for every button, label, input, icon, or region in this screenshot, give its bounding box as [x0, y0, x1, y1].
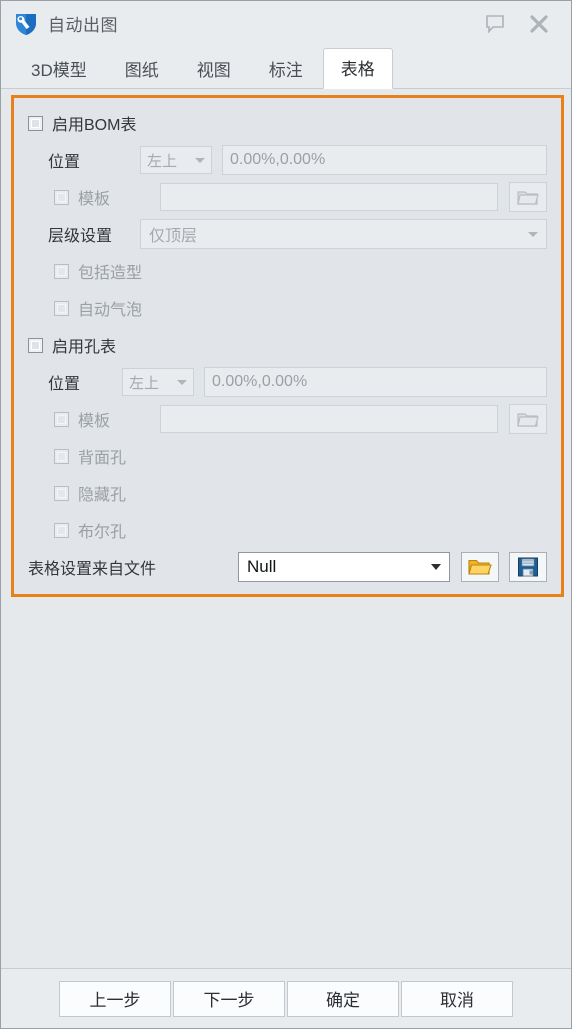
- dialog-window: 自动出图 3D模型 图纸 视图 标注 表格 启用BOM表 位置 左上 0.00%…: [0, 0, 572, 1029]
- settings-from-file-label: 表格设置来自文件: [28, 561, 157, 578]
- hole-hidden-row: 隐藏孔: [54, 478, 547, 508]
- bom-template-label: 模板: [78, 191, 111, 208]
- bom-auto-balloon-checkbox[interactable]: [54, 300, 69, 316]
- tab-3d-model[interactable]: 3D模型: [13, 49, 105, 89]
- hole-position-coords-input[interactable]: 0.00%,0.00%: [204, 367, 547, 397]
- bom-position-label: 位置: [48, 154, 81, 171]
- bom-position-anchor-select[interactable]: 左上: [140, 146, 212, 174]
- hole-hidden-label: 隐藏孔: [78, 487, 127, 504]
- enable-bom-row: 启用BOM表: [28, 108, 547, 138]
- settings-file-value: Null: [247, 557, 277, 576]
- chevron-down-icon: [431, 564, 441, 570]
- comment-icon[interactable]: [483, 12, 507, 36]
- next-step-button[interactable]: 下一步: [173, 980, 285, 1017]
- bom-position-anchor-value: 左上: [147, 152, 178, 170]
- ok-button[interactable]: 确定: [287, 980, 399, 1017]
- hole-back-label: 背面孔: [78, 450, 127, 467]
- chevron-down-icon: [177, 379, 187, 385]
- hole-template-browse-button[interactable]: [509, 404, 547, 434]
- tab-view[interactable]: 视图: [179, 49, 249, 89]
- hole-back-row: 背面孔: [54, 441, 547, 471]
- bom-level-row: 层级设置 仅顶层: [48, 219, 547, 249]
- folder-open-icon: [517, 191, 539, 205]
- title-bar-buttons: [483, 12, 551, 36]
- hole-template-path-input[interactable]: [160, 405, 498, 433]
- settings-file-select[interactable]: Null: [238, 552, 450, 582]
- settings-from-file-row: 表格设置来自文件 Null: [28, 552, 547, 582]
- bom-position-coords-input[interactable]: 0.00%,0.00%: [222, 145, 547, 175]
- hole-position-anchor-value: 左上: [129, 374, 160, 392]
- enable-bom-label: 启用BOM表: [52, 117, 137, 134]
- bom-template-path-input[interactable]: [160, 183, 498, 211]
- bom-auto-balloon-label: 自动气泡: [78, 302, 143, 319]
- hole-hidden-checkbox[interactable]: [54, 485, 69, 501]
- bom-template-row: 模板: [54, 182, 547, 212]
- hole-back-checkbox[interactable]: [54, 448, 69, 464]
- hole-position-row: 位置 左上 0.00%,0.00%: [48, 367, 547, 397]
- hole-template-checkbox[interactable]: [54, 411, 69, 427]
- hole-position-anchor-select[interactable]: 左上: [122, 368, 194, 396]
- enable-hole-table-label: 启用孔表: [52, 339, 117, 356]
- hole-boolean-row: 布尔孔: [54, 515, 547, 545]
- title-bar: 自动出图: [1, 1, 571, 46]
- hole-position-label: 位置: [48, 376, 81, 393]
- cancel-button[interactable]: 取消: [401, 980, 513, 1017]
- dialog-footer: 上一步 下一步 确定 取消: [1, 968, 571, 1028]
- bom-level-select[interactable]: 仅顶层: [140, 219, 547, 249]
- previous-step-button[interactable]: 上一步: [59, 980, 171, 1017]
- settings-file-open-button[interactable]: [461, 552, 499, 582]
- enable-hole-table-row: 启用孔表: [28, 330, 547, 360]
- tab-drawing[interactable]: 图纸: [107, 49, 177, 89]
- chevron-down-icon: [528, 231, 538, 237]
- folder-open-icon: [517, 413, 539, 427]
- bom-level-value: 仅顶层: [149, 228, 198, 245]
- tab-bar: 3D模型 图纸 视图 标注 表格: [1, 46, 571, 89]
- hole-template-label: 模板: [78, 413, 111, 430]
- tab-annotation[interactable]: 标注: [251, 49, 321, 89]
- settings-file-save-button[interactable]: [509, 552, 547, 582]
- bom-auto-balloon-row: 自动气泡: [54, 293, 547, 323]
- enable-bom-checkbox[interactable]: [28, 115, 43, 131]
- bom-template-checkbox[interactable]: [54, 189, 69, 205]
- table-settings-group: 启用BOM表 位置 左上 0.00%,0.00% 模板 层级设置 仅顶层 包括造…: [11, 95, 564, 597]
- hole-boolean-label: 布尔孔: [78, 524, 127, 541]
- folder-open-icon: [468, 559, 492, 575]
- tab-content-table: 启用BOM表 位置 左上 0.00%,0.00% 模板 层级设置 仅顶层 包括造…: [1, 88, 571, 1013]
- floppy-save-icon: [518, 557, 538, 577]
- app-shield-wrench-icon: [13, 11, 39, 37]
- tab-table[interactable]: 表格: [322, 48, 393, 89]
- enable-hole-table-checkbox[interactable]: [28, 337, 43, 353]
- bom-position-row: 位置 左上 0.00%,0.00%: [48, 145, 547, 175]
- bom-level-label: 层级设置: [48, 228, 113, 245]
- bom-include-shape-label: 包括造型: [78, 265, 143, 282]
- bom-include-shape-checkbox[interactable]: [54, 263, 69, 279]
- hole-template-row: 模板: [54, 404, 547, 434]
- window-title: 自动出图: [48, 16, 118, 35]
- close-icon[interactable]: [527, 12, 551, 36]
- bom-include-shape-row: 包括造型: [54, 256, 547, 286]
- hole-boolean-checkbox[interactable]: [54, 522, 69, 538]
- chevron-down-icon: [195, 157, 205, 163]
- bom-template-browse-button[interactable]: [509, 182, 547, 212]
